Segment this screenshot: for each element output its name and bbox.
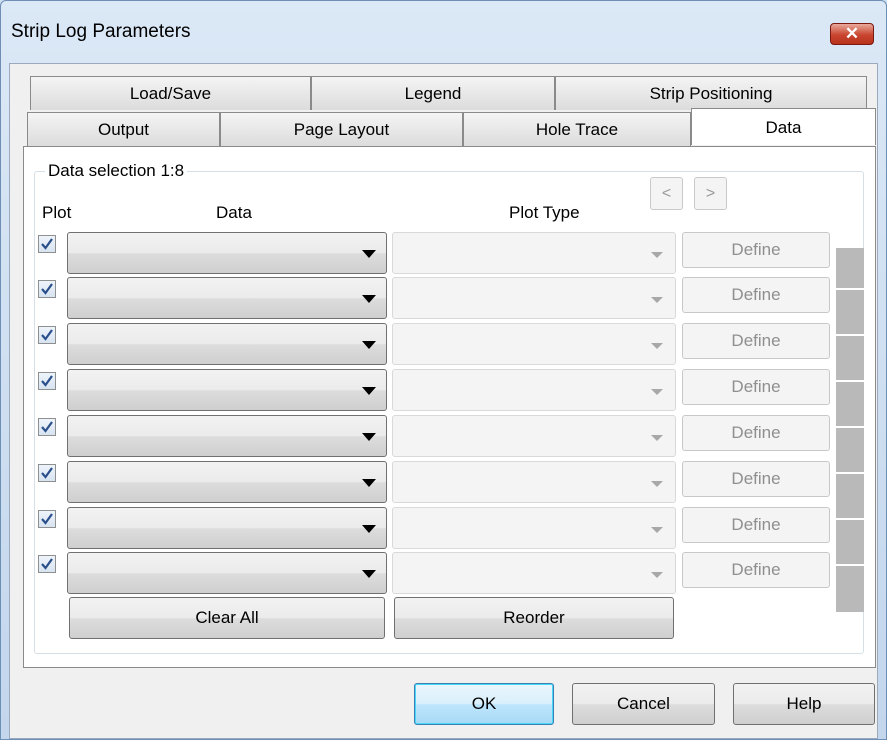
scroll-tick [836, 472, 864, 474]
chevron-down-icon [651, 389, 663, 395]
check-icon [41, 513, 53, 525]
clear-all-button[interactable]: Clear All [69, 597, 385, 639]
chevron-right-icon: > [705, 185, 716, 202]
plot-type-select[interactable] [392, 232, 676, 274]
ok-button[interactable]: OK [414, 683, 554, 725]
chevron-down-icon [362, 341, 376, 349]
data-select[interactable] [67, 277, 387, 319]
chevron-down-icon [651, 343, 663, 349]
chevron-down-icon [362, 387, 376, 395]
tab-page-layout[interactable]: Page Layout [220, 112, 463, 146]
data-row: Define [0, 323, 887, 365]
define-button[interactable]: Define [682, 323, 830, 359]
data-row: Define [0, 232, 887, 274]
tab-legend[interactable]: Legend [311, 76, 555, 110]
data-select[interactable] [67, 415, 387, 457]
define-button[interactable]: Define [682, 461, 830, 497]
define-button[interactable]: Define [682, 415, 830, 451]
check-icon [41, 467, 53, 479]
close-icon: ✕ [844, 24, 860, 43]
tab-data[interactable]: Data [691, 108, 876, 145]
chevron-down-icon [362, 479, 376, 487]
scroll-tick [836, 380, 864, 382]
scroll-tick [836, 426, 864, 428]
check-icon [41, 375, 53, 387]
scroll-tick [836, 334, 864, 336]
tab-load-save[interactable]: Load/Save [30, 76, 311, 110]
plot-checkbox[interactable] [38, 510, 56, 528]
plot-type-select[interactable] [392, 369, 676, 411]
data-row: Define [0, 461, 887, 503]
plot-checkbox[interactable] [38, 280, 56, 298]
cancel-button[interactable]: Cancel [572, 683, 715, 725]
plot-checkbox[interactable] [38, 418, 56, 436]
chevron-down-icon [362, 570, 376, 578]
chevron-down-icon [362, 525, 376, 533]
plot-type-select[interactable] [392, 507, 676, 549]
check-icon [41, 558, 53, 570]
define-button[interactable]: Define [682, 552, 830, 588]
scroll-tick [836, 288, 864, 290]
define-button[interactable]: Define [682, 232, 830, 268]
data-row: Define [0, 507, 887, 549]
data-selection-label: Data selection 1:8 [45, 161, 188, 181]
window-title: Strip Log Parameters [11, 21, 191, 42]
tab-output[interactable]: Output [27, 112, 220, 146]
chevron-down-icon [651, 572, 663, 578]
chevron-down-icon [651, 527, 663, 533]
chevron-down-icon [651, 435, 663, 441]
define-button[interactable]: Define [682, 369, 830, 405]
tab-strip-positioning[interactable]: Strip Positioning [555, 76, 867, 110]
data-select[interactable] [67, 461, 387, 503]
check-icon [41, 283, 53, 295]
plot-checkbox[interactable] [38, 372, 56, 390]
define-button[interactable]: Define [682, 277, 830, 313]
plot-type-select[interactable] [392, 277, 676, 319]
data-column-header: Data [216, 203, 252, 222]
help-button[interactable]: Help [733, 683, 875, 725]
reorder-button[interactable]: Reorder [394, 597, 674, 639]
plot-checkbox[interactable] [38, 464, 56, 482]
data-row: Define [0, 369, 887, 411]
plot-checkbox[interactable] [38, 555, 56, 573]
data-select[interactable] [67, 323, 387, 365]
scroll-tick [836, 518, 864, 520]
data-select[interactable] [67, 369, 387, 411]
data-select[interactable] [67, 507, 387, 549]
scroll-tick [836, 564, 864, 566]
title-bar[interactable]: Strip Log Parameters ✕ [1, 1, 886, 63]
plot-type-select[interactable] [392, 415, 676, 457]
side-scroll-bar[interactable] [836, 248, 864, 612]
plot-type-select[interactable] [392, 461, 676, 503]
tab-hole-trace[interactable]: Hole Trace [463, 112, 691, 146]
plot-type-select[interactable] [392, 552, 676, 594]
previous-page-button[interactable]: < [650, 177, 683, 210]
chevron-down-icon [651, 481, 663, 487]
data-row: Define [0, 415, 887, 457]
chevron-left-icon: < [661, 185, 672, 202]
plot-column-header: Plot [42, 203, 72, 222]
plot-type-select[interactable] [392, 323, 676, 365]
close-button[interactable]: ✕ [830, 23, 874, 45]
chevron-down-icon [362, 433, 376, 441]
chevron-down-icon [362, 295, 376, 303]
data-row: Define [0, 277, 887, 319]
check-icon [41, 329, 53, 341]
check-icon [41, 421, 53, 433]
define-button[interactable]: Define [682, 507, 830, 543]
chevron-down-icon [651, 297, 663, 303]
data-row: Define [0, 552, 887, 594]
data-select[interactable] [67, 232, 387, 274]
chevron-down-icon [362, 250, 376, 258]
chevron-down-icon [651, 252, 663, 258]
check-icon [41, 238, 53, 250]
next-page-button[interactable]: > [694, 177, 727, 210]
plot-checkbox[interactable] [38, 326, 56, 344]
data-select[interactable] [67, 552, 387, 594]
plot-checkbox[interactable] [38, 235, 56, 253]
plot-type-column-header: Plot Type [509, 203, 580, 222]
